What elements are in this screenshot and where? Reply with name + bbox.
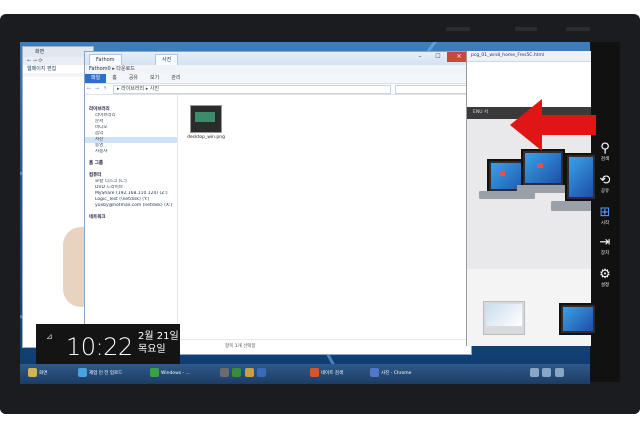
ribbon-file[interactable]: 파일 xyxy=(85,74,107,83)
charm-label: 검색 xyxy=(600,157,610,162)
file-list: desktop_win.png xyxy=(178,95,471,340)
charm-devices[interactable]: ⇥ 장치 xyxy=(591,235,619,257)
hardware-button xyxy=(446,27,470,31)
taskbar-label: Windows - ... xyxy=(161,371,190,376)
ribbon-manage[interactable]: 관리 xyxy=(165,74,186,83)
app-icon xyxy=(244,368,254,377)
laptop-white-image xyxy=(483,301,525,335)
app-icon xyxy=(220,368,229,377)
nav-item[interactable]: 사용자 xyxy=(85,149,177,155)
address-bar: ← → ↑ ▸ 라이브러리 ▸ 사진 xyxy=(85,84,471,95)
search-icon: ⚲ xyxy=(600,141,610,156)
ribbon-tabs: 파일 홈 공유 보기 관리 xyxy=(85,74,471,84)
minimize-icon[interactable]: – xyxy=(411,52,429,62)
forward-icon[interactable]: → xyxy=(93,84,101,94)
taskbar-item[interactable]: Windows - ... xyxy=(150,367,190,381)
taskbar-item[interactable]: 사진 - Chrome xyxy=(370,367,411,381)
tab-fathom[interactable]: Fathom xyxy=(89,54,122,65)
charm-share[interactable]: ⟲ 공유 xyxy=(591,173,619,195)
date-text: 2월 21일 xyxy=(138,331,179,342)
app-icon xyxy=(150,368,159,377)
page-content xyxy=(23,77,99,347)
chrome-icon xyxy=(370,368,379,377)
nav-group-network[interactable]: 네트워크 xyxy=(85,214,177,221)
ie-icon xyxy=(78,368,87,377)
share-icon: ⟲ xyxy=(599,173,611,188)
file-thumbnail[interactable] xyxy=(190,105,222,133)
app-icon xyxy=(310,368,319,377)
taskbar-item[interactable]: 네이트 검색 xyxy=(310,367,343,381)
path-input[interactable]: ▸ 라이브러리 ▸ 사진 xyxy=(113,84,391,94)
tray-icon xyxy=(554,368,564,377)
devices-icon: ⇥ xyxy=(599,235,611,250)
app-icon xyxy=(232,368,242,377)
tray-icon xyxy=(530,368,539,377)
network-icon: ⊿ xyxy=(46,332,53,341)
product-list xyxy=(467,269,597,346)
file-name[interactable]: desktop_win.png xyxy=(182,135,230,140)
charm-label: 공유 xyxy=(600,189,610,194)
hardware-button xyxy=(515,27,537,31)
nav-group-libraries[interactable]: 라이브러리 xyxy=(85,106,177,113)
charms-menu: ⚲ 검색 ⟲ 공유 ⊞ 시작 ⇥ 장치 ⚙ 설정 xyxy=(591,128,619,298)
charm-label: 시작 xyxy=(600,221,610,226)
taskbar-item[interactable]: 재업 인 전 업로드 xyxy=(78,367,122,381)
browser-tab[interactable]: 웹페이지 편집 xyxy=(23,65,93,73)
weekday-text: 목요일 xyxy=(138,344,166,355)
charm-label: 설정 xyxy=(600,283,610,288)
file-explorer-window[interactable]: Fathom 사진 – ☐ ✕ Fathom0 ▸ 다운로드 파일 홈 공유 보… xyxy=(84,51,472,355)
charm-label: 장치 xyxy=(600,251,610,256)
browser-nav[interactable]: ← → ⟳ xyxy=(23,57,93,65)
taskbar-label: 사진 - Chrome xyxy=(381,371,412,376)
maximize-icon[interactable]: ☐ xyxy=(429,52,447,62)
tab-photos[interactable]: 사진 xyxy=(155,54,179,65)
taskbar-item[interactable]: 화면 xyxy=(28,367,47,381)
windows-start-icon: ⊞ xyxy=(599,205,611,220)
taskbar-item[interactable] xyxy=(220,367,268,381)
clock-overlay: ⊿ 10:22 2월 21일 목요일 xyxy=(36,324,180,364)
window-title: 화면 xyxy=(23,47,93,57)
charm-settings[interactable]: ⚙ 설정 xyxy=(591,267,619,289)
charm-start[interactable]: ⊞ 시작 xyxy=(591,205,619,227)
taskbar-label: 재업 인 전 업로드 xyxy=(89,371,123,376)
laptop-image xyxy=(559,303,597,335)
charm-search[interactable]: ⚲ 검색 xyxy=(591,141,619,163)
hardware-button xyxy=(566,27,590,31)
navigation-pane: 라이브러리 라이브러리 문서 비디오 음악 사진 동영 사용자 홈 그룹 컴퓨터… xyxy=(85,95,178,340)
arrow-left-icon xyxy=(510,99,596,151)
system-tray[interactable] xyxy=(530,367,566,381)
url-bar[interactable]: pcg_01_win8_home_Fres5C.html xyxy=(467,51,591,62)
folder-icon xyxy=(28,368,37,377)
ribbon-view[interactable]: 보기 xyxy=(144,74,165,83)
nav-group-computer[interactable]: 컴퓨터 xyxy=(85,172,177,179)
tray-icon xyxy=(542,368,552,377)
nav-group-homegroup[interactable]: 홈 그룹 xyxy=(85,160,177,167)
breadcrumb-top: Fathom0 ▸ 다운로드 xyxy=(85,65,471,74)
settings-icon: ⚙ xyxy=(599,267,611,282)
taskbar: 화면 재업 인 전 업로드 Windows - ... 네이트 검색 사진 - … xyxy=(20,364,590,384)
taskbar-label: 화면 xyxy=(39,371,48,376)
app-icon xyxy=(257,368,267,377)
explorer-titlebar: Fathom 사진 – ☐ ✕ xyxy=(85,52,471,65)
clock-date: 2월 21일 목요일 xyxy=(138,330,179,356)
clock-time: 10:22 xyxy=(66,333,133,361)
taskbar-label: 네이트 검색 xyxy=(321,371,344,376)
ribbon-share[interactable]: 공유 xyxy=(123,74,144,83)
search-input[interactable] xyxy=(395,84,467,94)
device-bottom-bezel xyxy=(0,384,640,414)
ribbon-home[interactable]: 홈 xyxy=(106,74,123,83)
back-icon[interactable]: ← xyxy=(85,84,93,94)
up-icon[interactable]: ↑ xyxy=(101,84,109,94)
nav-item-drive[interactable]: yuxby@hotmail.com (netdisk) (X:) xyxy=(85,203,177,209)
